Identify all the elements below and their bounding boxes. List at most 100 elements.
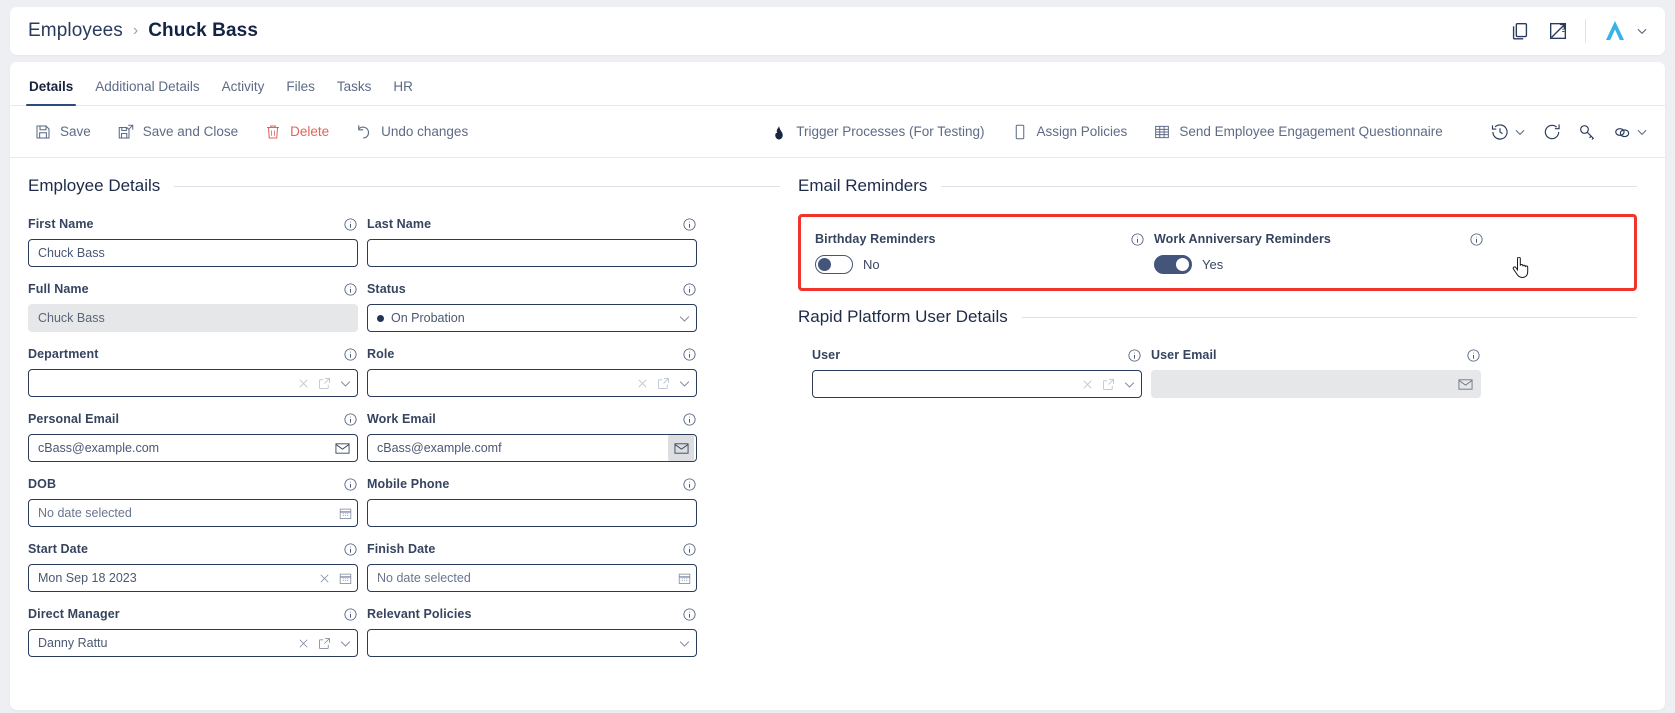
chevron-down-icon[interactable] (677, 376, 692, 391)
flame-icon (775, 124, 783, 139)
mouse-cursor-pointer-icon (1512, 257, 1529, 279)
report-icon[interactable] (1547, 20, 1569, 42)
undo-changes-button[interactable]: Undo changes (355, 123, 468, 141)
tab-additional-details[interactable]: Additional Details (84, 79, 210, 105)
field-value: Mon Sep 18 2023 (38, 571, 137, 585)
chevron-down-icon[interactable] (338, 636, 353, 651)
save-button[interactable]: Save (34, 123, 91, 141)
field-label: User Email (1151, 348, 1217, 362)
work-email-input[interactable]: cBass@example.comf (367, 434, 697, 462)
permissions-button[interactable] (1577, 122, 1597, 142)
status-select[interactable]: On Probation (367, 304, 697, 332)
field-value: Chuck Bass (38, 246, 105, 260)
breadcrumb-separator-icon: › (132, 22, 139, 39)
info-icon[interactable] (682, 542, 697, 557)
department-lookup[interactable] (28, 369, 358, 397)
save-and-close-button[interactable]: Save and Close (117, 123, 238, 141)
section-title: Employee Details (28, 176, 161, 195)
field-user-email: User Email (1151, 345, 1481, 398)
tab-activity[interactable]: Activity (211, 79, 276, 105)
info-icon[interactable] (343, 412, 358, 427)
field-label: Relevant Policies (367, 607, 472, 621)
clear-icon[interactable] (296, 636, 311, 651)
dob-date-input[interactable]: No date selected (28, 499, 358, 527)
section-divider (174, 185, 780, 187)
clear-icon[interactable] (296, 376, 311, 391)
chevron-down-icon[interactable] (1122, 377, 1137, 392)
info-icon[interactable] (343, 282, 358, 297)
field-relevant-policies: Relevant Policies (367, 604, 697, 657)
mobile-phone-input[interactable] (367, 499, 697, 527)
calendar-icon[interactable] (677, 571, 692, 586)
trigger-processes-button[interactable]: Trigger Processes (For Testing) (770, 123, 985, 141)
send-questionnaire-label: Send Employee Engagement Questionnaire (1179, 124, 1443, 139)
info-icon[interactable] (1469, 232, 1484, 247)
info-icon[interactable] (682, 607, 697, 622)
assign-policies-label: Assign Policies (1036, 124, 1128, 139)
copy-icon[interactable] (1509, 20, 1531, 42)
field-label: Work Email (367, 412, 436, 426)
info-icon[interactable] (682, 412, 697, 427)
brand-logo[interactable] (1602, 19, 1649, 43)
info-icon[interactable] (343, 217, 358, 232)
field-label: Last Name (367, 217, 432, 231)
calendar-icon[interactable] (338, 506, 353, 521)
chevron-down-icon[interactable] (338, 376, 353, 391)
birthday-reminders-toggle[interactable] (815, 255, 853, 274)
assign-policies-button[interactable]: Assign Policies (1011, 123, 1128, 141)
chevron-down-icon[interactable] (677, 311, 692, 326)
send-mail-button[interactable] (668, 435, 694, 461)
personal-email-input[interactable]: cBass@example.com (28, 434, 358, 462)
info-icon[interactable] (682, 477, 697, 492)
birthday-reminders-state: No (863, 257, 880, 272)
calendar-icon[interactable] (338, 571, 353, 586)
field-full-name: Full Name Chuck Bass (28, 279, 358, 332)
clear-icon[interactable] (1080, 377, 1095, 392)
info-icon[interactable] (1130, 232, 1145, 247)
action-toolbar: Save Save and Close Delete Undo changes … (10, 106, 1665, 158)
info-icon[interactable] (343, 477, 358, 492)
history-button[interactable] (1490, 122, 1527, 142)
info-icon[interactable] (1127, 348, 1142, 363)
tab-files[interactable]: Files (275, 79, 326, 105)
direct-manager-lookup[interactable]: Danny Rattu (28, 629, 358, 657)
open-record-icon[interactable] (1101, 377, 1116, 392)
info-icon[interactable] (343, 607, 358, 622)
first-name-input[interactable]: Chuck Bass (28, 239, 358, 267)
tab-hr[interactable]: HR (382, 79, 424, 105)
start-date-input[interactable]: Mon Sep 18 2023 (28, 564, 358, 592)
role-lookup[interactable] (367, 369, 697, 397)
relevant-policies-select[interactable] (367, 629, 697, 657)
refresh-button[interactable] (1542, 122, 1562, 142)
field-start-date: Start Date Mon Sep 18 2023 (28, 539, 358, 592)
info-icon[interactable] (1466, 348, 1481, 363)
chevron-down-icon[interactable] (677, 636, 692, 651)
clear-icon[interactable] (635, 376, 650, 391)
field-value: No date selected (38, 506, 132, 520)
tab-details[interactable]: Details (18, 79, 84, 106)
delete-button[interactable]: Delete (264, 123, 329, 141)
delete-button-label: Delete (290, 124, 330, 139)
finish-date-input[interactable]: No date selected (367, 564, 697, 592)
tab-tasks[interactable]: Tasks (326, 79, 383, 105)
work-anniversary-reminders-toggle[interactable] (1154, 255, 1192, 274)
send-questionnaire-button[interactable]: Send Employee Engagement Questionnaire (1153, 123, 1443, 141)
mail-icon[interactable] (335, 442, 350, 455)
info-icon[interactable] (343, 542, 358, 557)
open-record-icon[interactable] (656, 376, 671, 391)
links-button[interactable] (1612, 122, 1649, 142)
last-name-input[interactable] (367, 239, 697, 267)
user-lookup[interactable] (812, 370, 1142, 398)
field-label: DOB (28, 477, 57, 491)
info-icon[interactable] (682, 347, 697, 362)
open-record-icon[interactable] (317, 636, 332, 651)
info-icon[interactable] (682, 217, 697, 232)
open-record-icon[interactable] (317, 376, 332, 391)
field-label: Work Anniversary Reminders (1154, 232, 1331, 246)
key-icon (1580, 124, 1595, 140)
field-finish-date: Finish Date No date selected (367, 539, 697, 592)
info-icon[interactable] (682, 282, 697, 297)
breadcrumb-parent-link[interactable]: Employees (28, 20, 123, 42)
info-icon[interactable] (343, 347, 358, 362)
clear-icon[interactable] (317, 571, 332, 586)
